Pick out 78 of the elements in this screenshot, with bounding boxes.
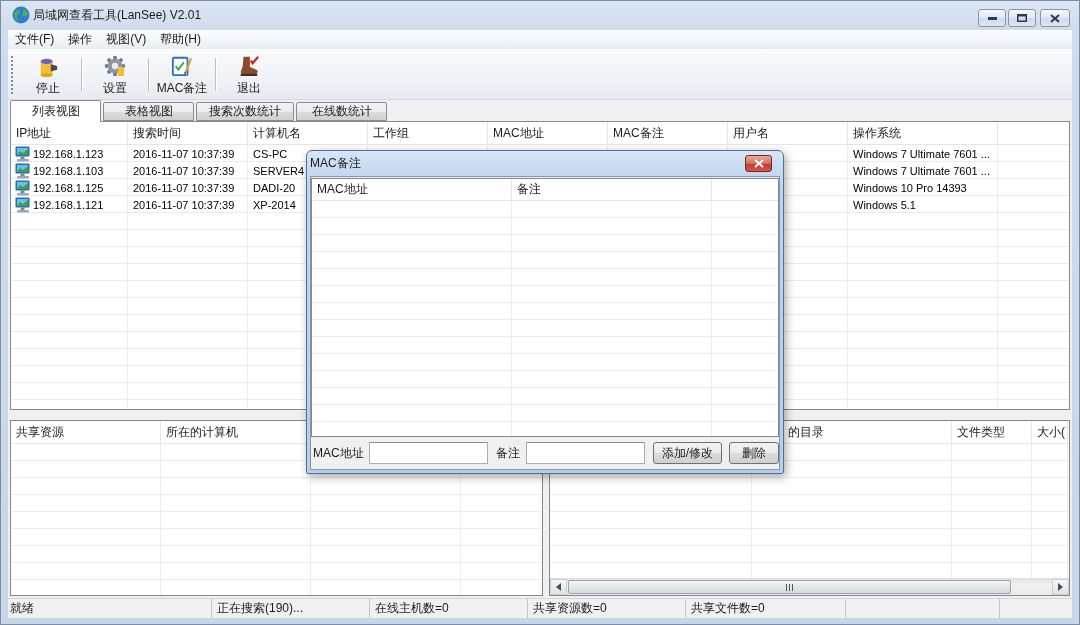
table-cell: Windows 7 Ultimate 7601 ... (853, 147, 990, 160)
tab[interactable]: 搜索次数统计 (196, 102, 294, 121)
toolbar-button[interactable]: MAC备注 (152, 52, 212, 97)
computer-icon (15, 179, 31, 196)
computer-icon (15, 145, 31, 162)
table-cell: XP-2014 (253, 198, 296, 211)
table-cell: 2016-11-07 10:37:39 (133, 181, 235, 194)
column-header[interactable]: 计算机名 (253, 124, 301, 142)
status-text: 正在搜索(190)... (217, 600, 303, 617)
column-header[interactable]: 备注 (517, 181, 541, 198)
input-field[interactable] (368, 442, 488, 464)
table-cell: 192.168.1.125 (33, 181, 104, 194)
close-icon (1050, 13, 1060, 23)
scroll-right-button[interactable] (1052, 579, 1069, 595)
menu-item[interactable]: 文件(F) (8, 30, 62, 49)
column-header[interactable]: 工作组 (373, 124, 409, 142)
column-header[interactable]: 搜索时间 (133, 124, 181, 142)
table-cell: 2016-11-07 10:37:39 (133, 198, 235, 211)
close-button[interactable] (745, 155, 772, 172)
close-button[interactable] (1040, 9, 1070, 27)
column-header[interactable]: 大小( (1037, 423, 1065, 441)
column-header[interactable]: 所在的计算机 (166, 423, 238, 441)
computer-icon (15, 162, 31, 179)
table-cell: 2016-11-07 10:37:39 (133, 164, 235, 177)
minimize-button[interactable] (978, 9, 1006, 27)
table-cell: Windows 5.1 (853, 198, 916, 211)
maximize-button[interactable] (1008, 9, 1036, 27)
minimize-icon (987, 16, 997, 20)
menu-item[interactable]: 视图(V) (99, 30, 154, 49)
table-cell: Windows 10 Pro 14393 (853, 181, 967, 194)
table-cell: Windows 7 Ultimate 7601 ... (853, 164, 990, 177)
field-label: MAC地址 (313, 444, 364, 462)
dialog-button[interactable]: 删除 (729, 442, 779, 464)
grip-icon (786, 583, 793, 591)
table-cell: DADI-20 (253, 181, 296, 194)
table-cell: 2016-11-07 10:37:39 (133, 147, 235, 160)
column-header[interactable]: MAC地址 (493, 124, 544, 142)
input-field[interactable] (525, 442, 645, 464)
table-cell: 192.168.1.123 (33, 147, 104, 160)
column-header[interactable]: 文件类型 (957, 423, 1005, 441)
field-label: 备注 (495, 444, 520, 462)
maximize-icon (1017, 14, 1027, 22)
status-text: 就绪 (10, 600, 34, 617)
table-cell: 192.168.1.103 (33, 164, 104, 177)
scroll-left-button[interactable] (550, 579, 567, 595)
table-cell: SERVER4 (253, 164, 305, 177)
column-header[interactable]: 操作系统 (853, 124, 901, 142)
computer-icon (15, 196, 31, 213)
globe-icon (12, 6, 30, 24)
table-cell: 192.168.1.121 (33, 198, 104, 211)
status-text: 在线主机数=0 (375, 600, 449, 617)
column-header[interactable]: MAC地址 (317, 181, 368, 198)
toolbar-button[interactable]: 退出 (219, 52, 279, 97)
column-header[interactable]: IP地址 (16, 124, 52, 142)
notepad-icon (170, 55, 194, 77)
right-arrow-icon (1058, 583, 1063, 591)
gear-icon (103, 55, 127, 77)
column-header[interactable]: MAC备注 (613, 124, 664, 142)
menu-item[interactable]: 帮助(H) (153, 30, 208, 49)
toolbar-grip[interactable] (10, 55, 14, 94)
scrollbar-thumb[interactable] (568, 580, 1011, 594)
tab[interactable]: 列表视图 (10, 100, 101, 122)
dialog-title: MAC备注 (310, 155, 361, 172)
window-title: 局域网查看工具(LanSee) V2.01 (33, 6, 202, 24)
status-text: 共享资源数=0 (533, 600, 607, 617)
status-text: 共享文件数=0 (691, 600, 765, 617)
menu-item[interactable]: 操作 (61, 30, 100, 49)
table-cell: CS-PC (253, 147, 288, 160)
toolbar-button[interactable]: 停止 (18, 52, 78, 97)
column-header[interactable]: 共享资源 (16, 423, 64, 441)
tab[interactable]: 表格视图 (103, 102, 194, 121)
tab[interactable]: 在线数统计 (296, 102, 387, 121)
column-header[interactable]: 的目录 (788, 423, 824, 441)
column-header[interactable]: 用户名 (733, 124, 769, 142)
close-icon (753, 159, 764, 168)
left-arrow-icon (556, 583, 561, 591)
toolbar-button[interactable]: 设置 (85, 52, 145, 97)
dialog-button[interactable]: 添加/修改 (652, 442, 722, 464)
